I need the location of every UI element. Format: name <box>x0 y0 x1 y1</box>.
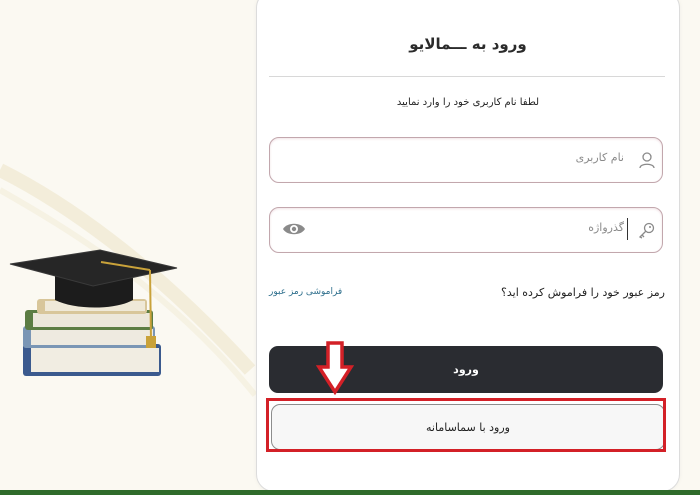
forgot-password-link[interactable]: فراموشی رمز عبور <box>269 287 342 297</box>
text-cursor <box>627 218 628 240</box>
graduation-books-illustration <box>9 249 178 376</box>
title-divider <box>269 76 665 77</box>
user-icon <box>632 138 662 182</box>
arrow-down-icon <box>316 341 354 395</box>
page-title: ورود به ـــمالایو <box>409 35 527 53</box>
highlight-box <box>266 398 666 452</box>
password-placeholder: گذرواژه <box>588 221 624 234</box>
password-field[interactable]: گذرواژه <box>269 207 663 253</box>
username-placeholder: نام کاربری <box>575 151 624 164</box>
bottom-bar <box>0 490 700 495</box>
username-field[interactable]: نام کاربری <box>269 137 663 183</box>
key-icon <box>632 208 662 252</box>
forgot-password-question: رمز عبور خود را فراموش کرده اید؟ <box>501 286 665 299</box>
login-instruction: لطفا نام کاربری خود را وارد نمایید <box>396 97 540 108</box>
eye-icon[interactable] <box>282 220 306 242</box>
